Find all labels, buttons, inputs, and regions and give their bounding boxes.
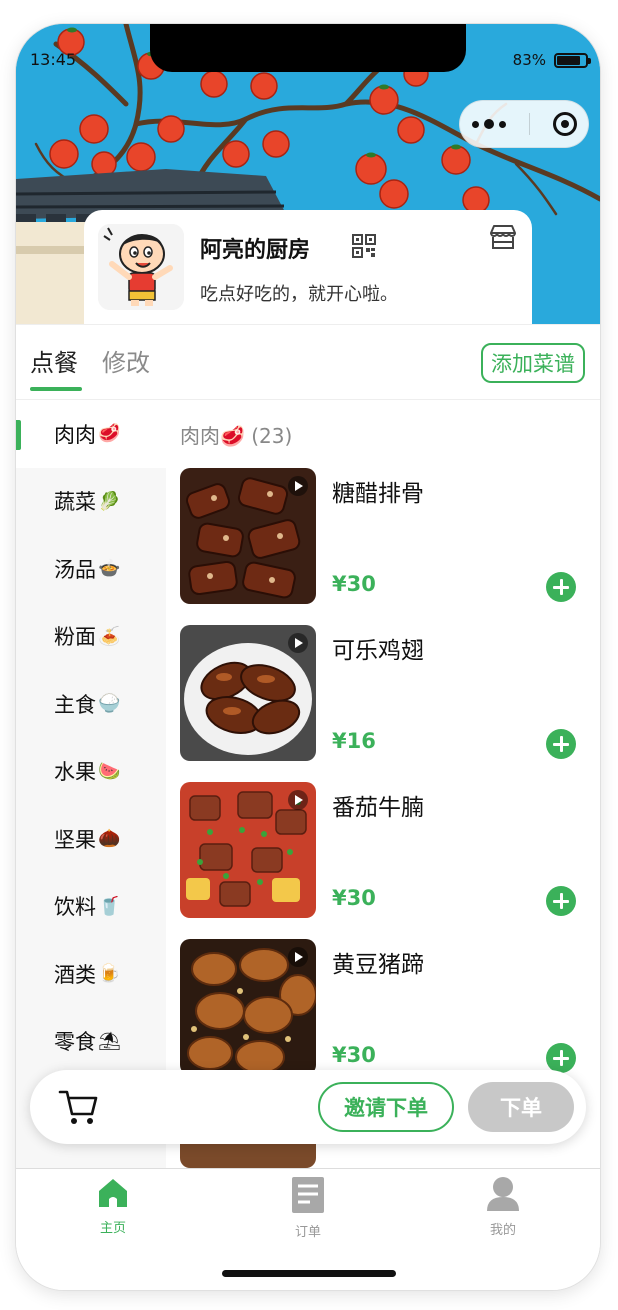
tabbar-item-home[interactable]: 主页 <box>53 1175 173 1245</box>
status-time: 13:45 <box>30 50 77 69</box>
submit-order-button[interactable]: 下单 <box>468 1082 574 1132</box>
more-dots-icon[interactable] <box>471 119 506 129</box>
order-list-icon <box>292 1177 324 1213</box>
add-to-cart-icon[interactable] <box>546 572 576 602</box>
shop-name: 阿亮的厨房 <box>200 238 311 263</box>
dish-item[interactable]: 可乐鸡翅 ¥16 <box>180 625 590 761</box>
dish-item[interactable]: 黄豆猪蹄 ¥30 <box>180 939 590 1075</box>
device-notch <box>150 24 466 72</box>
shopping-cart-icon[interactable] <box>58 1086 100 1128</box>
dish-price: ¥30 <box>332 1043 376 1067</box>
dish-name: 黄豆猪蹄 <box>332 952 424 978</box>
invite-order-button[interactable]: 邀请下单 <box>318 1082 454 1132</box>
shop-avatar <box>98 224 184 310</box>
dish-item[interactable]: 番茄牛腩 ¥30 <box>180 782 590 918</box>
category-item-soup[interactable]: 汤品 🍲 <box>16 535 166 603</box>
dish-price: ¥30 <box>332 886 376 910</box>
capsule-divider <box>528 113 530 135</box>
shop-info-card: 阿亮的厨房 吃点好吃的，就开心啦。 <box>84 210 532 324</box>
dish-photo[interactable] <box>180 939 316 1075</box>
category-sidebar: 肉肉 🥩 蔬菜 🥬 汤品 🍲 粉面 🍝 主食 🍚 水果 🍉 坚果 🌰 饮料 🥤 酒类 🍺 零食 ⛱ <box>16 400 166 1168</box>
status-battery: 83% <box>512 51 591 69</box>
add-recipe-button[interactable]: 添加菜谱 <box>481 343 585 383</box>
tabbar-item-orders[interactable]: 订单 <box>248 1175 368 1245</box>
qr-code-icon[interactable] <box>352 234 376 258</box>
category-item-noodles[interactable]: 粉面 🍝 <box>16 603 166 671</box>
dish-name: 糖醋排骨 <box>332 481 424 507</box>
add-to-cart-icon[interactable] <box>546 1043 576 1073</box>
add-to-cart-icon[interactable] <box>546 729 576 759</box>
dish-photo[interactable] <box>180 782 316 918</box>
video-play-icon <box>288 790 308 810</box>
dish-item[interactable]: 糖醋排骨 ¥30 <box>180 468 590 604</box>
target-circle-icon[interactable] <box>552 112 577 136</box>
category-item-staple[interactable]: 主食 🍚 <box>16 670 166 738</box>
menu-tabs-bar: 点餐 修改 添加菜谱 <box>16 324 600 400</box>
home-indicator <box>222 1270 396 1277</box>
add-to-cart-icon[interactable] <box>546 886 576 916</box>
video-play-icon <box>288 633 308 653</box>
dish-list: 肉肉🥩 (23) 糖醋排骨 ¥30 可乐鸡翅 ¥16 番茄牛腩 ¥30 黄豆猪蹄… <box>166 400 600 1168</box>
dish-price: ¥16 <box>332 729 376 753</box>
phone-frame: 13:45 83% 阿亮的厨房 吃点好吃的，就开心啦。 点餐 修改 添加菜谱 肉… <box>16 24 600 1290</box>
tabbar-label-orders: 订单 <box>294 1225 321 1240</box>
cart-bar: 邀请下单 下单 <box>30 1070 586 1144</box>
dish-name: 番茄牛腩 <box>332 795 424 821</box>
category-header: 肉肉🥩 (23) <box>180 424 293 448</box>
category-item-alcohol[interactable]: 酒类 🍺 <box>16 940 166 1008</box>
dish-photo[interactable] <box>180 468 316 604</box>
dish-photo[interactable] <box>180 625 316 761</box>
home-icon <box>99 1179 127 1207</box>
shop-description: 吃点好吃的，就开心啦。 <box>200 284 398 305</box>
dish-price: ¥30 <box>332 572 376 596</box>
video-play-icon <box>288 476 308 496</box>
video-play-icon <box>288 947 308 967</box>
storefront-icon[interactable] <box>488 222 518 252</box>
tab-order[interactable]: 点餐 <box>30 343 78 378</box>
battery-percent: 83% <box>512 51 546 69</box>
category-item-fruit[interactable]: 水果 🍉 <box>16 738 166 806</box>
category-item-meat[interactable]: 肉肉 🥩 <box>16 400 166 468</box>
user-profile-icon <box>487 1177 519 1211</box>
tabbar-item-mine[interactable]: 我的 <box>443 1175 563 1245</box>
tab-edit[interactable]: 修改 <box>102 343 150 378</box>
dish-name: 可乐鸡翅 <box>332 638 424 664</box>
category-item-nuts[interactable]: 坚果 🌰 <box>16 805 166 873</box>
tabbar-label-mine: 我的 <box>489 1223 516 1238</box>
category-item-drinks[interactable]: 饮料 🥤 <box>16 873 166 941</box>
category-item-vegetables[interactable]: 蔬菜 🥬 <box>16 468 166 536</box>
category-item-snacks[interactable]: 零食 ⛱ <box>16 1008 166 1076</box>
battery-icon <box>554 52 591 68</box>
mini-program-capsule <box>459 100 589 148</box>
active-tab-indicator <box>30 387 82 391</box>
tabbar-label-home: 主页 <box>99 1221 126 1236</box>
